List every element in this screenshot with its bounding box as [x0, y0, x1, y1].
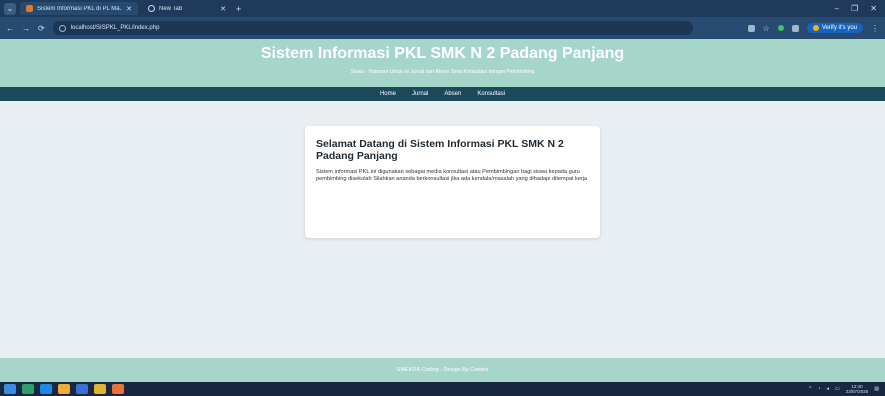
back-arrow-icon[interactable]: ← [6, 24, 14, 33]
site-header: Sistem Informasi PKL SMK N 2 Padang Panj… [0, 39, 885, 87]
browser-tab-bar: ⌄ Sistem Informasi PKL di PL Ma... ✕ New… [0, 0, 885, 17]
close-icon[interactable]: ✕ [126, 5, 132, 13]
verify-profile-button[interactable]: Verify it's you [806, 23, 863, 33]
chevron-up-icon[interactable]: ^ [809, 386, 811, 392]
folder-icon[interactable] [94, 384, 106, 394]
close-window-button[interactable]: ✕ [870, 4, 877, 13]
chrome-icon[interactable] [58, 384, 70, 394]
close-icon[interactable]: ✕ [220, 5, 226, 13]
welcome-title: Selamat Datang di Sistem Informasi PKL S… [316, 138, 564, 162]
extensions-puzzle-icon[interactable] [791, 24, 799, 32]
forward-arrow-icon[interactable]: → [22, 24, 30, 33]
nav-jurnal-link[interactable]: Jurnal [412, 91, 428, 97]
new-tab-plus-icon[interactable]: + [236, 4, 241, 14]
clock-date: 23/07/2025 [845, 389, 869, 394]
menu-dots-icon[interactable]: ⋮ [871, 24, 879, 33]
welcome-text: Sistem informasi PKL ini digunakan sebag… [316, 169, 588, 182]
window-controls: – ❐ ✕ [835, 4, 885, 13]
address-bar[interactable]: localhost/SISPKL_PKL/index.php [52, 21, 693, 35]
explorer-icon[interactable] [76, 384, 88, 394]
maximize-button[interactable]: ❐ [851, 4, 858, 13]
url-text: localhost/SISPKL_PKL/index.php [70, 25, 160, 31]
start-windows-icon[interactable] [4, 384, 16, 394]
volume-icon[interactable]: ◂ [826, 386, 829, 392]
notification-icon[interactable]: ▤ [874, 386, 879, 392]
footer-text: SMEKDA Coding - Design By Candra [396, 367, 489, 373]
site-footer: SMEKDA Coding - Design By Candra [0, 358, 885, 382]
site-info-icon[interactable] [58, 24, 66, 32]
nav-absen-link[interactable]: Absen [444, 91, 461, 97]
bookmark-star-icon[interactable]: ☆ [763, 24, 770, 33]
web-page: Sistem Informasi PKL SMK N 2 Padang Panj… [0, 39, 885, 382]
clock[interactable]: 12:40 23/07/2025 [846, 384, 869, 394]
site-title: Sistem Informasi PKL SMK N 2 Padang Panj… [260, 45, 625, 62]
verify-label: Verify it's you [821, 25, 857, 31]
wifi-icon[interactable]: ◔ [817, 386, 820, 392]
tab-title: Sistem Informasi PKL di PL Ma... [37, 5, 123, 12]
xampp-icon[interactable] [112, 384, 124, 394]
nav-home-link[interactable]: Home [380, 91, 396, 97]
tab-new-tab[interactable]: New Tab ✕ [142, 2, 232, 15]
reload-icon[interactable]: ⟳ [38, 24, 45, 33]
browser-toolbar: ← → ⟳ localhost/SISPKL_PKL/index.php ☆ V… [0, 17, 885, 39]
taskbar: ^ ◔ ◂ ▭ 12:40 23/07/2025 ▤ [0, 382, 885, 396]
tab-sistem-informasi[interactable]: Sistem Informasi PKL di PL Ma... ✕ [20, 2, 138, 15]
tab-search-icon[interactable]: ⌄ [4, 2, 16, 15]
whatsapp-icon[interactable] [22, 384, 34, 394]
nav-konsultasi-link[interactable]: Konsultasi [477, 91, 505, 97]
minimize-button[interactable]: – [835, 4, 839, 13]
system-tray: ^ ◔ ◂ ▭ 12:40 23/07/2025 ▤ [809, 384, 885, 394]
vscode-icon[interactable] [40, 384, 52, 394]
tab-title: New Tab [159, 5, 183, 12]
profile-avatar-icon [812, 25, 819, 31]
battery-icon[interactable]: ▭ [835, 386, 840, 392]
site-favicon-icon [26, 5, 33, 12]
site-nav: Home Jurnal Absen Konsultasi [0, 87, 885, 101]
globe-icon [148, 5, 155, 12]
translate-icon[interactable] [747, 24, 755, 32]
site-subtitle: Siswa - Halaman Untuk Isi Jurnal dan Abs… [350, 69, 535, 75]
extension-icon[interactable] [777, 25, 784, 31]
welcome-card: Selamat Datang di Sistem Informasi PKL S… [305, 126, 600, 238]
